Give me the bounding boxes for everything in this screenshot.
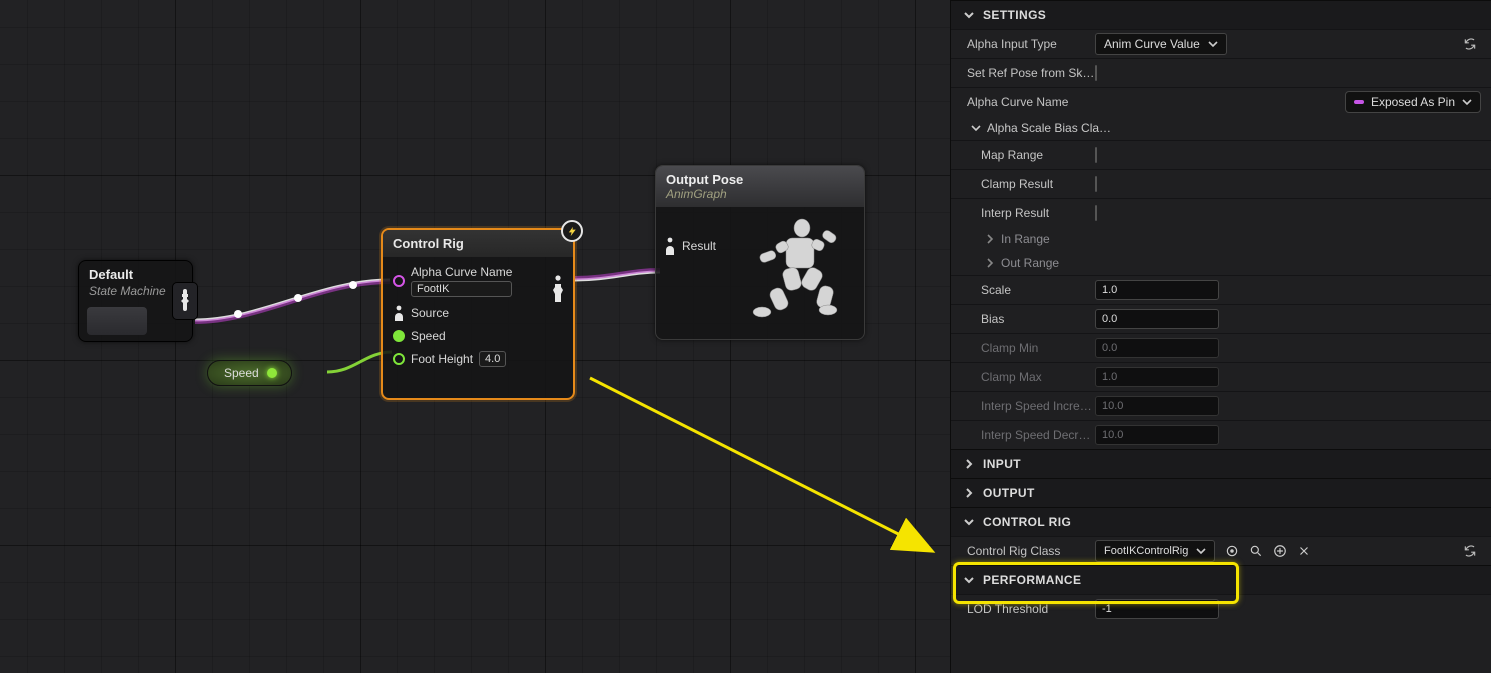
exposed-as-pin-pill[interactable]: Exposed As Pin xyxy=(1345,91,1481,113)
section-settings[interactable]: Settings xyxy=(951,0,1491,29)
interp-result-label: Interp Result xyxy=(981,206,1095,220)
alpha-input-type-label: Alpha Input Type xyxy=(967,37,1095,51)
clamp-max-input[interactable] xyxy=(1095,367,1219,387)
section-performance[interactable]: Performance xyxy=(951,565,1491,594)
scale-input[interactable] xyxy=(1095,280,1219,300)
interp-dec-label: Interp Speed Decrea… xyxy=(981,428,1095,442)
speed-variable-chip[interactable]: Speed xyxy=(207,360,292,386)
alpha-curve-name-label: Alpha Curve Name xyxy=(967,95,1095,109)
chevron-right-icon xyxy=(963,458,975,470)
output-pose-title: Output Pose xyxy=(666,172,854,187)
reset-icon xyxy=(1463,37,1477,51)
reset-button[interactable] xyxy=(1459,540,1481,562)
set-ref-pose-label: Set Ref Pose from Skel… xyxy=(967,66,1095,80)
map-range-label: Map Range xyxy=(981,148,1095,162)
clear-button[interactable] xyxy=(1295,542,1313,560)
foot-height-pin[interactable] xyxy=(393,353,405,365)
node-control-rig-title: Control Rig xyxy=(383,230,573,257)
control-rig-class-dropdown[interactable]: FootIKControlRig xyxy=(1095,540,1215,562)
section-performance-label: Performance xyxy=(983,573,1081,587)
in-range-label: In Range xyxy=(1001,232,1050,246)
interp-inc-input[interactable] xyxy=(1095,396,1219,416)
chevron-down-icon xyxy=(971,123,981,133)
alpha-scale-bias-header[interactable]: Alpha Scale Bias Cla… xyxy=(951,116,1491,140)
graph-canvas[interactable]: Default State Machine Speed Control Rig … xyxy=(0,0,950,673)
source-label: Source xyxy=(411,306,449,320)
speed-pin-in[interactable] xyxy=(393,330,405,342)
out-range-label: Out Range xyxy=(1001,256,1059,270)
interp-result-checkbox[interactable] xyxy=(1095,205,1097,221)
chevron-down-icon xyxy=(1196,546,1206,556)
interp-dec-input[interactable] xyxy=(1095,425,1219,445)
result-pin-icon[interactable] xyxy=(664,237,676,255)
section-input[interactable]: Input xyxy=(951,449,1491,478)
source-pin-icon[interactable] xyxy=(393,305,405,321)
section-control-rig-label: Control Rig xyxy=(983,515,1071,529)
alpha-curve-value-chip[interactable]: FootIK xyxy=(411,281,512,297)
lod-threshold-input[interactable] xyxy=(1095,599,1219,619)
interp-inc-label: Interp Speed Increas… xyxy=(981,399,1095,413)
clamp-min-label: Clamp Min xyxy=(981,341,1095,355)
section-control-rig[interactable]: Control Rig xyxy=(951,507,1491,536)
alpha-input-type-value: Anim Curve Value xyxy=(1104,37,1200,51)
alpha-input-type-dropdown[interactable]: Anim Curve Value xyxy=(1095,33,1227,55)
pose-out-icon[interactable] xyxy=(547,266,569,310)
use-selected-button[interactable] xyxy=(1223,542,1241,560)
pin-dot-icon xyxy=(1354,100,1364,104)
exec-out-icon[interactable] xyxy=(172,282,198,320)
lod-threshold-label: LOD Threshold xyxy=(967,602,1095,616)
speed-pin-out[interactable] xyxy=(267,368,277,378)
scale-label: Scale xyxy=(981,283,1095,297)
node-control-rig[interactable]: Control Rig Alpha Curve Name FootIK Sour… xyxy=(381,228,575,400)
control-rig-class-label: Control Rig Class xyxy=(967,544,1095,558)
map-range-checkbox[interactable] xyxy=(1095,147,1097,163)
new-asset-button[interactable] xyxy=(1271,542,1289,560)
bias-label: Bias xyxy=(981,312,1095,326)
in-range-header[interactable]: In Range xyxy=(951,227,1491,251)
clamp-result-checkbox[interactable] xyxy=(1095,176,1097,192)
details-panel[interactable]: Settings Alpha Input Type Anim Curve Val… xyxy=(950,0,1491,673)
foot-height-value-chip[interactable]: 4.0 xyxy=(479,351,506,367)
node-default-title: Default xyxy=(79,261,192,284)
control-rig-class-value: FootIKControlRig xyxy=(1104,545,1188,557)
clamp-max-label: Clamp Max xyxy=(981,370,1095,384)
chevron-down-icon xyxy=(1208,39,1218,49)
mannequin-preview-icon xyxy=(724,212,854,330)
set-ref-pose-checkbox[interactable] xyxy=(1095,65,1097,81)
clamp-result-label: Clamp Result xyxy=(981,177,1095,191)
chevron-down-icon xyxy=(963,574,975,586)
foot-height-label: Foot Height xyxy=(411,352,473,366)
state-thumbnail xyxy=(87,307,147,335)
node-default[interactable]: Default State Machine xyxy=(78,260,193,342)
chevron-right-icon xyxy=(985,234,995,244)
chevron-right-icon xyxy=(963,487,975,499)
alpha-curve-label: Alpha Curve Name xyxy=(411,265,512,279)
output-pose-subtitle: AnimGraph xyxy=(666,187,854,201)
speed-chip-label: Speed xyxy=(224,366,259,380)
speed-label: Speed xyxy=(411,329,446,343)
reset-button[interactable] xyxy=(1459,33,1481,55)
section-output-label: Output xyxy=(983,486,1035,500)
chevron-down-icon xyxy=(1462,97,1472,107)
section-output[interactable]: Output xyxy=(951,478,1491,507)
chevron-down-icon xyxy=(963,516,975,528)
result-label: Result xyxy=(682,239,716,253)
clamp-min-input[interactable] xyxy=(1095,338,1219,358)
chevron-right-icon xyxy=(985,258,995,268)
alpha-curve-pin[interactable] xyxy=(393,275,405,287)
section-input-label: Input xyxy=(983,457,1021,471)
out-range-header[interactable]: Out Range xyxy=(951,251,1491,275)
chevron-down-icon xyxy=(963,9,975,21)
reset-icon xyxy=(1463,544,1477,558)
exposed-as-pin-label: Exposed As Pin xyxy=(1371,95,1455,109)
node-output-pose[interactable]: Output Pose AnimGraph Result xyxy=(655,165,865,340)
fast-path-icon xyxy=(561,220,583,242)
section-settings-label: Settings xyxy=(983,8,1046,22)
browse-button[interactable] xyxy=(1247,542,1265,560)
bias-input[interactable] xyxy=(1095,309,1219,329)
alpha-scale-bias-label: Alpha Scale Bias Cla… xyxy=(987,121,1111,135)
